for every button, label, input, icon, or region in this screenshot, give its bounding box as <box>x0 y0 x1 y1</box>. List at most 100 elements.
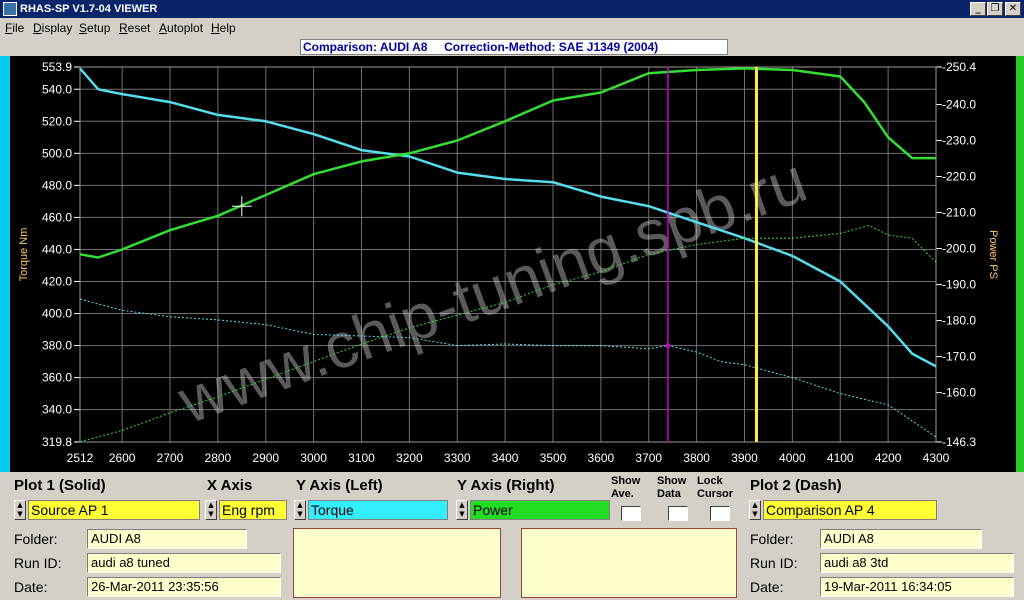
y-left-tick-label: 380.0 <box>42 339 72 353</box>
plot1-source-select[interactable]: Source AP 1 <box>28 500 200 520</box>
menu-setup-label: etup <box>87 21 111 35</box>
window-title: RHAS-SP V1.7-04 VIEWER <box>20 3 158 15</box>
y-left-tick-label: 319.8 <box>42 435 72 449</box>
y-left-tick-label: 340.0 <box>42 403 72 417</box>
y-left-tick-label: 480.0 <box>42 178 72 192</box>
x-tick-label: 2600 <box>109 451 136 465</box>
y-right-axis-label: Power PS <box>987 230 999 279</box>
y-left-tick-label: 540.0 <box>42 82 72 96</box>
spin-up-icon[interactable]: ▲ <box>206 501 216 510</box>
y-right-tick-label: -210.0 <box>942 206 976 220</box>
show-data-label-line2: Data <box>657 488 681 500</box>
xaxis-select[interactable]: Eng rpm <box>219 500 287 520</box>
menu-reset-accel: R <box>119 21 128 35</box>
y-left-tick-label: 500.0 <box>42 146 72 160</box>
plot2-folder-field[interactable]: AUDI A8 <box>820 529 982 549</box>
cursor-marker <box>665 343 670 348</box>
plot1-source-spinner[interactable]: ▲ ▼ <box>14 500 26 520</box>
show-ave-label-line1: Show <box>611 475 641 487</box>
spin-down-icon[interactable]: ▼ <box>295 510 305 519</box>
spin-down-icon[interactable]: ▼ <box>457 510 467 519</box>
y-left-tick-label: 420.0 <box>42 274 72 288</box>
plot2-runid-field[interactable]: audi a8 3td <box>820 553 1014 573</box>
restore-button[interactable]: ❐ <box>987 2 1003 16</box>
show-data-checkbox[interactable] <box>668 506 688 521</box>
menu-autoplot-accel: A <box>159 21 168 35</box>
x-tick-label: 2512 <box>67 451 94 465</box>
y-right-tick-label: -250.4 <box>942 60 976 74</box>
show-ave-checkbox[interactable] <box>621 506 641 521</box>
plot2-folder-label: Folder: <box>750 531 794 547</box>
y-left-tick-label: 360.0 <box>42 371 72 385</box>
plot1-folder-field[interactable]: AUDI A8 <box>87 529 247 549</box>
x-tick-label: 3500 <box>540 451 567 465</box>
control-panel: Plot 1 (Solid) ▲ ▼ Source AP 1 X Axis ▲ ▼ … <box>0 472 1024 600</box>
app-window: RHAS-SP V1.7-04 VIEWER _ ❐ ✕ File Displa… <box>0 0 1024 600</box>
menu-display-label: isplay <box>41 21 73 35</box>
plot2-source-spinner[interactable]: ▲ ▼ <box>749 500 761 520</box>
y-left-tick-label: 460.0 <box>42 210 72 224</box>
plot1-notes-box[interactable] <box>293 528 501 598</box>
menu-setup-accel: S <box>79 21 88 35</box>
y-left-axis-label: Torque Nm <box>18 228 30 282</box>
plot1-date-field[interactable]: 26-Mar-2011 23:35:56 <box>87 577 281 597</box>
comparison-banner: Comparison: AUDI A8 Correction-Method: S… <box>0 38 1024 56</box>
minimize-button[interactable]: _ <box>970 2 986 16</box>
spin-down-icon[interactable]: ▼ <box>15 510 25 519</box>
plot1-runid-label: Run ID: <box>14 555 62 571</box>
spin-up-icon[interactable]: ▲ <box>750 501 760 510</box>
show-ave-label: Show Ave. <box>611 475 640 501</box>
menu-reset[interactable]: Reset <box>119 21 150 35</box>
lock-cursor-checkbox[interactable] <box>710 506 730 521</box>
plot2-notes-box[interactable] <box>521 528 737 598</box>
y-right-tick-label: -190.0 <box>942 278 976 292</box>
plot1-header: Plot 1 (Solid) <box>14 477 106 494</box>
yaxis-left-header: Y Axis (Left) <box>296 477 383 494</box>
xaxis-spinner[interactable]: ▲ ▼ <box>205 500 217 520</box>
comparison-title: Comparison: AUDI A8 Correction-Method: S… <box>300 39 728 55</box>
menu-help-label: elp <box>219 21 236 35</box>
title-bar: RHAS-SP V1.7-04 VIEWER _ ❐ ✕ <box>0 0 1024 18</box>
show-data-label-line1: Show <box>657 475 687 487</box>
yaxis-right-spinner[interactable]: ▲ ▼ <box>456 500 468 520</box>
menu-display[interactable]: Display <box>33 21 72 35</box>
lock-cursor-label: Lock Cursor <box>697 475 733 501</box>
plot2-source-select[interactable]: Comparison AP 4 <box>763 500 937 520</box>
spin-down-icon[interactable]: ▼ <box>750 510 760 519</box>
spin-up-icon[interactable]: ▲ <box>457 501 467 510</box>
menu-setup[interactable]: Setup <box>79 21 110 35</box>
x-tick-label: 4300 <box>923 451 950 465</box>
y-right-tick-label: -170.0 <box>942 350 976 364</box>
plot1-folder-label: Folder: <box>14 531 58 547</box>
dyno-chart[interactable]: 2512 2600 2700 2800 2900 3000 3100 3200 3300 3400… <box>0 56 1024 472</box>
spin-up-icon[interactable]: ▲ <box>295 501 305 510</box>
yaxis-left-select[interactable]: Torque <box>308 500 448 520</box>
close-button[interactable]: ✕ <box>1005 2 1021 16</box>
show-data-label: Show Data <box>657 475 686 501</box>
x-tick-label: 3100 <box>348 451 375 465</box>
menu-help[interactable]: Help <box>211 21 236 35</box>
yaxis-left-spinner[interactable]: ▲ ▼ <box>294 500 306 520</box>
y-left-tick-label: 400.0 <box>42 307 72 321</box>
x-tick-label: 3300 <box>444 451 471 465</box>
menu-file[interactable]: File <box>5 21 24 35</box>
x-tick-label: 3700 <box>635 451 662 465</box>
y-right-tick-label: -146.3 <box>942 435 976 449</box>
menu-bar: File Display Setup Reset Autoplot Help <box>0 18 1024 38</box>
x-tick-label: 4100 <box>827 451 854 465</box>
plot2-date-field[interactable]: 19-Mar-2011 16:34:05 <box>820 577 1014 597</box>
menu-autoplot-label: utoplot <box>167 21 204 35</box>
spin-up-icon[interactable]: ▲ <box>15 501 25 510</box>
menu-file-label: ile <box>12 21 25 35</box>
menu-display-accel: D <box>33 21 42 35</box>
yaxis-right-select[interactable]: Power <box>470 500 610 520</box>
menu-reset-label: eset <box>127 21 151 35</box>
y-right-tick-label: -240.0 <box>942 97 976 111</box>
plot1-runid-field[interactable]: audi a8 tuned <box>87 553 281 573</box>
lock-cursor-label-line1: Lock <box>697 475 723 487</box>
spin-down-icon[interactable]: ▼ <box>206 510 216 519</box>
x-tick-label: 3400 <box>492 451 519 465</box>
menu-autoplot[interactable]: Autoplot <box>159 21 203 35</box>
x-tick-label: 3000 <box>300 451 327 465</box>
y-right-tick-label: -220.0 <box>942 170 976 184</box>
